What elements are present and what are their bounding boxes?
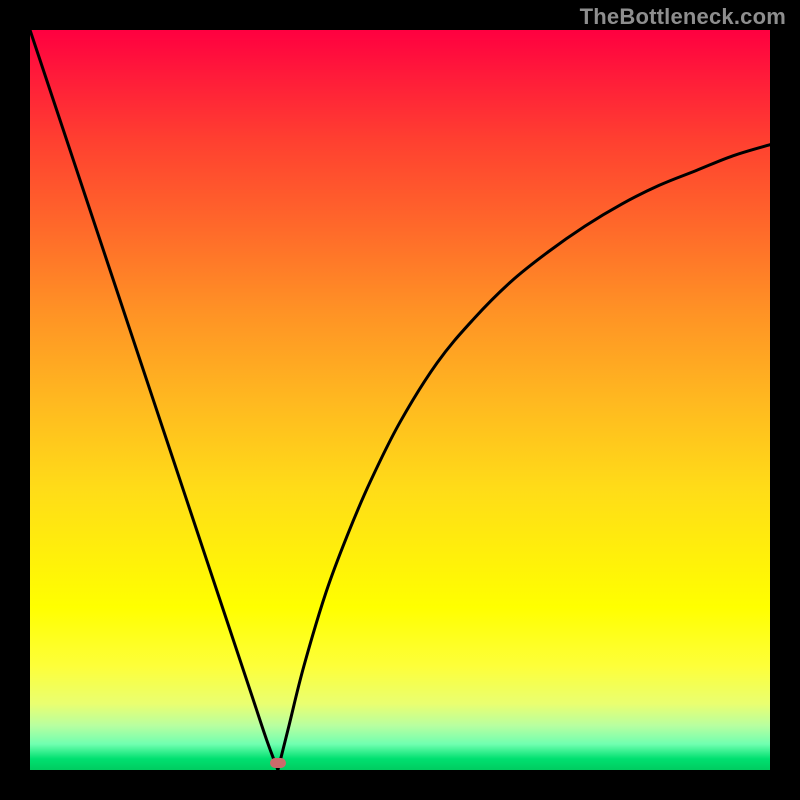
curve-left-branch bbox=[30, 30, 278, 770]
curve-svg bbox=[30, 30, 770, 770]
minimum-marker bbox=[270, 758, 286, 768]
chart-area bbox=[30, 30, 770, 770]
watermark-text: TheBottleneck.com bbox=[580, 4, 786, 30]
curve-right-branch bbox=[278, 145, 770, 770]
